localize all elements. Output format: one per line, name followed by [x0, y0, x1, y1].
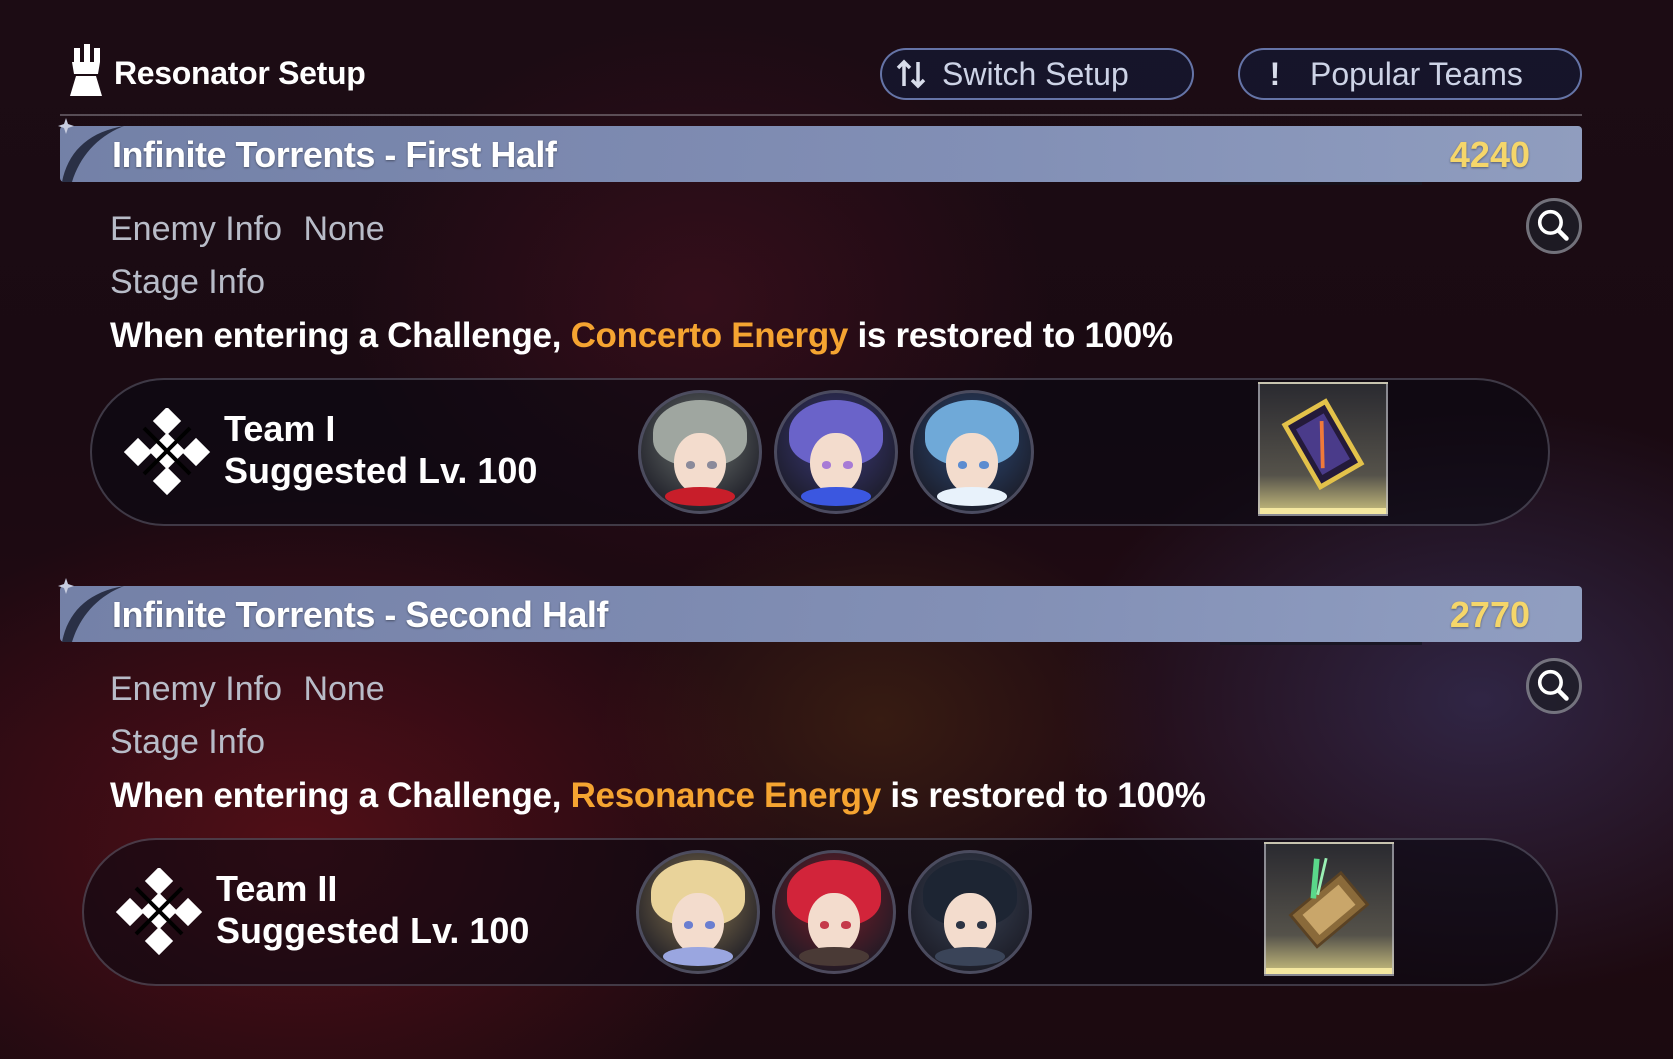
resonator-portrait[interactable] — [772, 850, 896, 974]
echo-item-card[interactable] — [1258, 382, 1388, 516]
enemy-info-value: None — [303, 670, 385, 708]
suggested-level: Suggested Lv. 100 — [224, 450, 538, 491]
team-name: Team II — [216, 868, 338, 909]
description-highlight: Resonance Energy — [570, 776, 882, 815]
popular-teams-button[interactable]: ! Popular Teams — [1238, 48, 1582, 100]
stage-info-label: Stage Info — [110, 723, 266, 761]
enemy-info-value: None — [303, 210, 385, 248]
stage-description: When entering a Challenge, Resonance Ene… — [110, 776, 1206, 816]
banner-divider — [1220, 642, 1422, 645]
search-icon — [1537, 209, 1569, 241]
suggested-level: Suggested Lv. 100 — [216, 910, 530, 951]
description-highlight: Concerto Energy — [570, 316, 849, 355]
echo-frame-icon — [1281, 398, 1365, 491]
section-banner: Infinite Torrents - First Half 4240 — [58, 118, 1582, 185]
challenge-section-second-half: Infinite Torrents - Second Half 2770 Ene… — [58, 578, 1582, 986]
resonator-portrait[interactable] — [638, 390, 762, 514]
team-emblem-icon — [116, 868, 203, 956]
resonator-portrait[interactable] — [774, 390, 898, 514]
enemy-info-row: Enemy Info None — [110, 670, 385, 709]
resonator-portrait[interactable] — [910, 390, 1034, 514]
description-prefix: When entering a Challenge, — [110, 776, 571, 815]
resonator-portrait[interactable] — [636, 850, 760, 974]
echo-item-card[interactable] — [1264, 842, 1394, 976]
team-card[interactable]: Team II Suggested Lv. 100 — [82, 838, 1558, 986]
enemy-info-label: Enemy Info — [110, 210, 282, 248]
description-suffix: is restored to 100% — [880, 776, 1206, 815]
page-header: Resonator Setup Switch Setup ! Popular T… — [60, 40, 1582, 116]
banner-divider — [1220, 182, 1422, 185]
jade-tablet-icon — [1288, 857, 1370, 949]
section-score: 4240 — [1449, 134, 1530, 175]
stage-description: When entering a Challenge, Concerto Ener… — [110, 316, 1173, 356]
switch-setup-button[interactable]: Switch Setup — [880, 48, 1194, 100]
enemy-search-button[interactable] — [1526, 658, 1582, 714]
enemy-info-label: Enemy Info — [110, 670, 282, 708]
team-name: Team I — [224, 408, 336, 449]
description-prefix: When entering a Challenge, — [110, 316, 571, 355]
section-title: Infinite Torrents - Second Half — [112, 594, 608, 635]
section-title: Infinite Torrents - First Half — [112, 134, 557, 175]
section-score: 2770 — [1449, 594, 1530, 635]
stage-info-label: Stage Info — [110, 263, 266, 301]
challenge-section-first-half: Infinite Torrents - First Half 4240 Enem… — [58, 118, 1582, 526]
sort-arrows-icon — [896, 59, 926, 89]
exclamation-icon: ! — [1269, 55, 1281, 92]
enemy-search-button[interactable] — [1526, 198, 1582, 254]
section-banner: Infinite Torrents - Second Half 2770 — [58, 578, 1582, 645]
switch-setup-label: Switch Setup — [942, 55, 1129, 92]
popular-teams-label: Popular Teams — [1310, 55, 1523, 92]
team-card[interactable]: Team I Suggested Lv. 100 — [90, 378, 1550, 526]
team-emblem-icon — [124, 408, 211, 496]
enemy-info-row: Enemy Info None — [110, 210, 385, 249]
resonator-icon — [70, 44, 102, 96]
search-icon — [1537, 669, 1569, 701]
page-title: Resonator Setup — [114, 55, 366, 91]
resonator-portrait[interactable] — [908, 850, 1032, 974]
description-suffix: is restored to 100% — [848, 316, 1174, 355]
